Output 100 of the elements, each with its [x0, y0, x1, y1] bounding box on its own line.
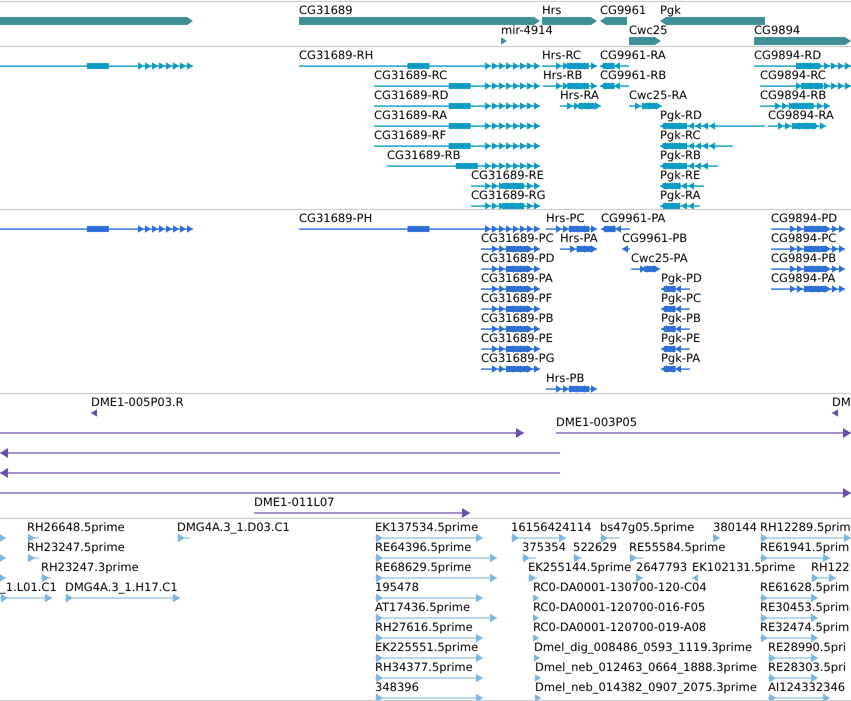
est-alignment-icon[interactable] [533, 633, 539, 643]
feature-label[interactable]: Pgk-PC [661, 291, 702, 305]
feature-label[interactable]: CG9961-RB [600, 68, 666, 82]
protein-model-icon[interactable] [481, 284, 540, 294]
feature-label[interactable]: Hrs [542, 3, 562, 17]
feature-label[interactable]: CG31689 [299, 3, 353, 17]
transcript-model-icon[interactable] [374, 101, 540, 111]
clone-match-icon[interactable] [0, 448, 560, 458]
feature-label[interactable]: CG31689-RE [471, 168, 544, 182]
feature-label[interactable]: Dmel_dig_008486_0593_1119.3prime [534, 640, 752, 654]
clone-match-icon[interactable] [0, 488, 851, 498]
feature-label[interactable]: Hrs-PA [560, 231, 598, 245]
feature-label[interactable]: RH23247.3prime [41, 560, 139, 574]
feature-label[interactable]: mir-4914 [501, 23, 553, 37]
protein-model-icon[interactable] [546, 224, 597, 234]
feature-label[interactable]: Cwc25-RA [629, 88, 687, 102]
protein-model-icon[interactable] [622, 244, 630, 254]
feature-label[interactable]: CG31689-RH [299, 48, 374, 62]
est-alignment-icon[interactable] [27, 533, 39, 543]
feature-label[interactable]: RE28990.5pri [768, 640, 846, 654]
protein-model-icon[interactable] [481, 364, 540, 374]
protein-model-icon[interactable] [546, 384, 597, 393]
protein-model-icon[interactable] [661, 344, 690, 354]
protein-model-icon[interactable] [771, 224, 845, 234]
clone-match-icon[interactable] [91, 408, 97, 418]
feature-label[interactable]: Pgk-PB [661, 311, 701, 325]
transcript-model-icon[interactable] [374, 81, 540, 91]
transcript-model-icon[interactable] [660, 161, 718, 171]
feature-label[interactable]: RE64396.5prime [375, 540, 472, 554]
transcript-model-icon[interactable] [760, 101, 830, 111]
feature-label[interactable]: Pgk-RE [660, 168, 700, 182]
feature-label[interactable]: _1.L01.C1 [0, 580, 57, 594]
feature-label[interactable]: RE68629.5prime [375, 560, 472, 574]
feature-label[interactable]: RE28303.5pri [768, 660, 846, 674]
protein-model-icon[interactable] [771, 284, 845, 294]
feature-label[interactable]: CG9894-PA [771, 271, 836, 285]
feature-label[interactable]: Pgk-PD [661, 271, 702, 285]
transcript-model-icon[interactable] [471, 181, 540, 191]
clone-match-icon[interactable] [0, 468, 560, 478]
transcript-model-icon[interactable] [299, 61, 540, 71]
feature-label[interactable]: CG9894-RD [754, 48, 822, 62]
protein-model-icon[interactable] [771, 244, 845, 254]
feature-label[interactable]: Cwc25 [629, 23, 668, 37]
feature-label[interactable]: Pgk-PA [661, 351, 700, 365]
feature-label[interactable]: CG9894-PD [771, 211, 838, 225]
feature-label[interactable]: RE32474.5prim [760, 620, 850, 634]
est-alignment-icon[interactable] [511, 533, 566, 543]
feature-label[interactable]: DMG4A.3_1.D03.C1 [177, 520, 290, 534]
feature-label[interactable]: DME1-003P05 [556, 415, 638, 429]
transcript-model-icon[interactable] [560, 101, 601, 111]
feature-label[interactable]: CG9961-PB [622, 231, 688, 245]
protein-model-icon[interactable] [661, 304, 690, 314]
protein-model-icon[interactable] [601, 224, 630, 234]
feature-label[interactable]: EK137534.5prime [375, 520, 478, 534]
feature-label[interactable]: Hrs-RC [542, 48, 581, 62]
feature-label[interactable]: Pgk-RC [660, 128, 700, 142]
protein-model-icon[interactable] [481, 264, 540, 274]
transcript-model-icon[interactable] [542, 61, 597, 71]
feature-label[interactable]: AI124332346 [768, 680, 846, 694]
feature-label[interactable]: Dmel_neb_012463_0664_1888.3prime [535, 660, 757, 674]
feature-label[interactable]: CG31689-PH [299, 211, 372, 225]
protein-model-icon[interactable] [0, 224, 193, 234]
feature-label[interactable]: 522629 [573, 540, 617, 554]
feature-label[interactable]: 2647793 [636, 560, 688, 574]
feature-label[interactable]: EK255144.5prime [528, 560, 632, 574]
feature-label[interactable]: CG9894-RA [768, 108, 834, 122]
transcript-model-icon[interactable] [629, 101, 662, 111]
feature-label[interactable]: Pgk-RB [660, 148, 701, 162]
feature-label[interactable]: Pgk [660, 3, 681, 17]
est-alignment-icon[interactable] [534, 653, 540, 663]
protein-model-icon[interactable] [299, 224, 540, 234]
transcript-model-icon[interactable] [543, 81, 597, 91]
transcript-model-icon[interactable] [660, 121, 765, 131]
transcript-model-icon[interactable] [600, 61, 629, 71]
feature-label[interactable]: RH23247.5prime [27, 540, 125, 554]
feature-label[interactable]: EK225551.5prime [375, 640, 478, 654]
feature-label[interactable]: DMG4A.3_1.H17.C1 [65, 580, 178, 594]
feature-label[interactable]: bs47g05.5prime [600, 520, 694, 534]
feature-label[interactable]: RH27616.5prime [375, 620, 473, 634]
feature-label[interactable]: CG31689-RA [374, 108, 448, 122]
feature-label[interactable]: CG9894-PC [771, 231, 836, 245]
feature-label[interactable]: DME1-011L07 [254, 495, 334, 509]
transcript-model-icon[interactable] [660, 141, 733, 151]
transcript-model-icon[interactable] [600, 81, 629, 91]
protein-model-icon[interactable] [631, 264, 660, 274]
est-alignment-icon[interactable] [533, 613, 539, 623]
transcript-model-icon[interactable] [760, 81, 851, 91]
feature-label[interactable]: EK102131.5prime [692, 560, 796, 574]
feature-label[interactable]: CG31689-PG [481, 351, 555, 365]
feature-label[interactable]: DME1-005P03.R [91, 395, 184, 409]
feature-label[interactable]: DM [832, 395, 851, 409]
feature-label[interactable]: RC0-DA0001-120700-016-F05 [533, 600, 706, 614]
gene-bar-icon[interactable] [600, 16, 627, 26]
feature-label[interactable]: Dmel_neb_014382_0907_2075.3prime [535, 680, 757, 694]
transcript-model-icon[interactable] [374, 141, 540, 151]
clone-match-icon[interactable] [556, 428, 851, 438]
feature-label[interactable]: 375354 [522, 540, 566, 554]
feature-label[interactable]: Hrs-PC [546, 211, 584, 225]
feature-label[interactable]: Hrs-RA [560, 88, 599, 102]
feature-label[interactable]: 16156424114 [511, 520, 592, 534]
